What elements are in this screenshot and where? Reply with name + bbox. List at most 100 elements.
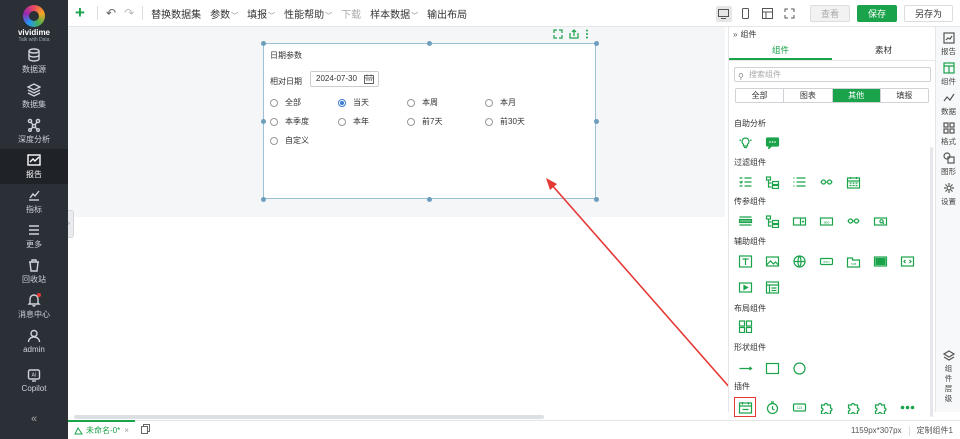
line-icon[interactable]	[737, 361, 753, 375]
undo-icon[interactable]: ↶	[106, 6, 116, 20]
calendar-plugin-icon[interactable]	[734, 397, 756, 417]
rightbar-item-settings[interactable]: 设置	[936, 182, 960, 207]
resize-handle[interactable]	[260, 40, 266, 46]
combo-icon[interactable]	[791, 214, 807, 228]
circle-icon[interactable]	[791, 361, 807, 375]
slider-icon[interactable]	[845, 214, 861, 228]
more-icon[interactable]	[899, 400, 915, 414]
date-parameter-widget[interactable]: 日期参数 相对日期 2024-07-30 全部 当天 本周 本月 本季度 本年 前7天 前30…	[260, 29, 599, 202]
rectangle-icon[interactable]	[764, 361, 780, 375]
save-button[interactable]: 保存	[856, 5, 897, 22]
calendar-grid-icon[interactable]	[845, 175, 861, 189]
nav-item-chart-report[interactable]: 报告	[0, 149, 68, 184]
export-icon[interactable]	[569, 29, 579, 42]
tree-filter-icon[interactable]	[764, 175, 780, 189]
radio-button[interactable]	[270, 117, 278, 126]
resize-handle[interactable]	[593, 196, 599, 202]
radio-button[interactable]	[270, 136, 278, 145]
rightbar-item-component[interactable]: 组件	[936, 62, 960, 87]
input-icon[interactable]: abc	[818, 214, 834, 228]
category-segment-3[interactable]: 填报	[881, 89, 928, 102]
nav-item-trash[interactable]: 回收站	[0, 254, 68, 289]
desktop-view-icon[interactable]	[715, 5, 732, 22]
radio-option[interactable]: 本月	[485, 97, 516, 108]
expand-left-panel-icon[interactable]: ›	[68, 210, 74, 238]
nav-item-user[interactable]: admin	[0, 324, 68, 359]
save-as-button[interactable]: 另存为	[903, 5, 953, 22]
chat-icon[interactable]	[764, 135, 780, 149]
timer-icon[interactable]	[764, 400, 780, 414]
rightbar-item-layers[interactable]: 组件层级	[936, 350, 960, 404]
menu-6[interactable]: 输出布局	[427, 6, 467, 21]
radio-button[interactable]	[338, 117, 346, 126]
radio-option[interactable]: 前7天	[407, 116, 442, 127]
resize-handle[interactable]	[593, 40, 599, 46]
video-icon[interactable]	[737, 280, 753, 294]
add-icon[interactable]: +	[75, 3, 89, 23]
resize-handle[interactable]	[593, 118, 599, 124]
menu-2[interactable]: 填报﹀	[247, 6, 275, 21]
preview-button[interactable]: 查看	[809, 5, 850, 22]
button-icon[interactable]: BTN	[818, 254, 834, 268]
menu-1[interactable]: 参数﹀	[210, 6, 238, 21]
redo-icon[interactable]: ↷	[124, 6, 134, 20]
expand-icon[interactable]	[553, 29, 563, 42]
code-icon[interactable]	[899, 254, 915, 268]
layout-grid-icon[interactable]	[737, 319, 753, 333]
menu-3[interactable]: 性能帮助﹀	[284, 6, 332, 21]
radio-option[interactable]: 自定义	[270, 135, 309, 146]
radio-button[interactable]	[338, 98, 346, 107]
ai-bulb-icon[interactable]	[737, 135, 753, 149]
badge-plugin-icon[interactable]: 123	[791, 400, 807, 414]
category-segment-0[interactable]: 全部	[736, 89, 785, 102]
radio-option[interactable]: 全部	[270, 97, 301, 108]
list-icon[interactable]	[791, 175, 807, 189]
resize-handle[interactable]	[260, 118, 266, 124]
scroll-thumb[interactable]	[74, 415, 544, 419]
tab-icon[interactable]: TAB	[845, 254, 861, 268]
menu-5[interactable]: 样本数据﹀	[370, 6, 418, 21]
component-search-input[interactable]: ⚲ 搜索组件	[734, 67, 931, 82]
rightbar-item-format[interactable]: 格式	[936, 122, 960, 147]
layout-view-icon[interactable]	[760, 6, 776, 22]
fullscreen-icon[interactable]	[782, 6, 798, 22]
copy-icon[interactable]	[140, 424, 150, 436]
radio-button[interactable]	[485, 117, 493, 126]
radio-option[interactable]: 本周	[407, 97, 438, 108]
image-icon[interactable]	[764, 254, 780, 268]
mobile-view-icon[interactable]	[738, 6, 754, 22]
nav-item-cube[interactable]: 数据集	[0, 79, 68, 114]
nav-item-metric[interactable]: 指标	[0, 184, 68, 219]
nav-item-database[interactable]: 数据源	[0, 44, 68, 79]
date-input[interactable]: 2024-07-30	[310, 71, 379, 87]
puzzle-icon[interactable]	[845, 400, 861, 414]
radio-button[interactable]	[485, 98, 493, 107]
menu-0[interactable]: 替换数据集	[151, 6, 201, 21]
radio-button[interactable]	[407, 98, 415, 107]
radio-option[interactable]: 前30天	[485, 116, 525, 127]
document-tab[interactable]: 未命名-0* ×	[68, 420, 135, 439]
rightbar-item-shape[interactable]: 图形	[936, 152, 960, 177]
resize-handle[interactable]	[427, 40, 432, 46]
radio-option[interactable]: 本年	[338, 116, 369, 127]
resize-handle[interactable]	[427, 196, 432, 202]
close-tab-icon[interactable]: ×	[124, 426, 129, 435]
puzzle-icon[interactable]	[872, 400, 888, 414]
web-icon[interactable]	[791, 254, 807, 268]
tree-param-icon[interactable]	[764, 214, 780, 228]
puzzle-icon[interactable]	[818, 400, 834, 414]
collapse-nav-icon[interactable]: «	[0, 413, 68, 425]
panel-scrollbar[interactable]	[930, 147, 933, 417]
list-filter-icon[interactable]	[737, 175, 753, 189]
radio-option[interactable]: 当天	[338, 97, 369, 108]
nav-item-network[interactable]: 深度分析	[0, 114, 68, 149]
radio-option[interactable]: 本季度	[270, 116, 309, 127]
nav-item-ai[interactable]: AI Copilot	[0, 363, 68, 398]
collapse-panel-icon[interactable]: »	[733, 30, 737, 39]
rightbar-item-report[interactable]: 报告	[936, 32, 960, 57]
category-segment-2[interactable]: 其他	[832, 89, 881, 102]
text-icon[interactable]	[737, 254, 753, 268]
range-slider-icon[interactable]	[818, 175, 834, 189]
radio-button[interactable]	[407, 117, 415, 126]
nav-item-menu[interactable]: 更多	[0, 219, 68, 254]
